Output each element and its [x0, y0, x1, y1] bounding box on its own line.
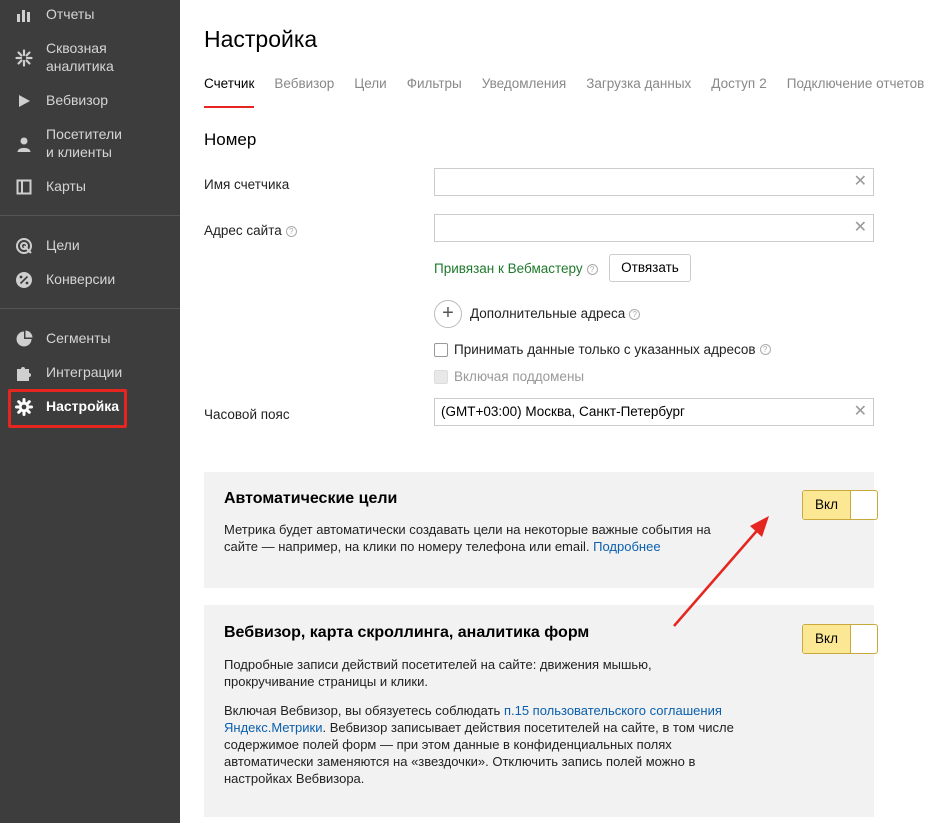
page-title: Настройка: [204, 26, 318, 52]
sidebar-item-label-line2: и клиенты: [46, 144, 112, 160]
counter-name-label: Имя счетчика: [204, 177, 290, 192]
sidebar-item-label: Сквозная: [46, 40, 107, 56]
tab-goals[interactable]: Цели: [354, 76, 386, 108]
percent-icon: [14, 270, 34, 290]
sidebar-divider: [0, 215, 180, 216]
extra-addresses-label: Дополнительные адреса?: [470, 306, 641, 321]
play-icon: [14, 91, 34, 111]
panel-text: Подробные записи действий посетителей на…: [224, 657, 652, 689]
only-specified-row: Принимать данные только с указанных адре…: [434, 342, 771, 357]
sidebar-item-label: Сегменты: [46, 330, 111, 346]
label-text: Дополнительные адреса: [470, 306, 626, 321]
tab-filters[interactable]: Фильтры: [407, 76, 462, 108]
sidebar-item-goals[interactable]: Цели: [0, 236, 180, 256]
panel-text-agreement: Включая Вебвизор, вы обязуетесь соблюдат…: [224, 702, 744, 787]
link-text: Привязан к Вебмастеру: [434, 261, 583, 276]
sidebar-item-visitors[interactable]: Посетители и клиенты: [0, 125, 180, 165]
sidebar-item-segments[interactable]: Сегменты: [0, 329, 180, 349]
only-specified-checkbox[interactable]: [434, 342, 448, 357]
more-link[interactable]: Подробнее: [593, 539, 660, 554]
clear-icon[interactable]: ✕: [854, 172, 867, 192]
include-subdomains-row: Включая поддомены: [434, 369, 584, 384]
checkbox-label: Включая поддомены: [454, 369, 585, 384]
sidebar-item-label: Карты: [46, 178, 86, 194]
site-address-input[interactable]: ✕: [434, 214, 874, 242]
label-text: Адрес сайта: [204, 223, 282, 238]
webvisor-panel: Вебвизор, карта скроллинга, аналитика фо…: [204, 605, 878, 817]
tab-counter[interactable]: Счетчик: [204, 76, 255, 108]
timezone-label: Часовой пояс: [204, 407, 290, 422]
toggle-label: Вкл: [803, 491, 851, 519]
timezone-select[interactable]: (GMT+03:00) Москва, Санкт-Петербург ✕: [434, 398, 874, 426]
map-icon: [14, 177, 34, 197]
highlight-box: [8, 389, 127, 428]
auto-goals-panel: Автоматические цели Метрика будет автома…: [204, 472, 878, 588]
main-content: Настройка Счетчик Вебвизор Цели Фильтры …: [180, 0, 943, 823]
sidebar-item-webvisor[interactable]: Вебвизор: [0, 91, 180, 111]
help-icon[interactable]: ?: [285, 225, 297, 237]
unlink-button[interactable]: Отвязать: [609, 254, 691, 282]
auto-goals-toggle[interactable]: Вкл: [802, 490, 878, 520]
sidebar-item-label: Конверсии: [46, 271, 116, 287]
sidebar: Отчеты Сквозная аналитика Вебвизор Посет…: [0, 0, 180, 823]
bar-chart-icon: [14, 5, 34, 25]
sidebar-item-label: Отчеты: [46, 6, 95, 22]
help-icon[interactable]: ?: [629, 308, 641, 320]
sidebar-divider: [0, 308, 180, 309]
sidebar-item-maps[interactable]: Карты: [0, 177, 180, 197]
toggle-label: Вкл: [803, 625, 851, 653]
counter-name-input[interactable]: ✕: [434, 168, 874, 196]
section-title: Номер: [204, 130, 257, 149]
site-address-label: Адрес сайта?: [204, 223, 297, 238]
tab-data-upload[interactable]: Загрузка данных: [586, 76, 691, 108]
help-icon[interactable]: ?: [759, 344, 771, 355]
sidebar-item-label: Цели: [46, 237, 80, 253]
add-address-button[interactable]: +: [434, 300, 462, 328]
sidebar-item-integrations[interactable]: Интеграции: [0, 363, 180, 383]
sidebar-item-label: Вебвизор: [46, 92, 109, 108]
sidebar-item-label: Посетители: [46, 126, 122, 142]
panel-title: Вебвизор, карта скроллинга, аналитика фо…: [224, 624, 590, 641]
sidebar-item-conversions[interactable]: Конверсии: [0, 270, 180, 290]
tab-report-connection[interactable]: Подключение отчетов: [787, 76, 925, 108]
webmaster-link[interactable]: Привязан к Вебмастеру?: [434, 261, 598, 276]
person-icon: [14, 134, 34, 154]
target-icon: [14, 236, 34, 256]
include-subdomains-checkbox: [434, 369, 448, 384]
sidebar-item-cross-analytics[interactable]: Сквозная аналитика: [0, 39, 180, 79]
tab-count-badge: 2: [759, 76, 767, 91]
input-value: (GMT+03:00) Москва, Санкт-Петербург: [441, 404, 685, 419]
panel-title: Автоматические цели: [224, 490, 398, 507]
webvisor-toggle[interactable]: Вкл: [802, 624, 878, 654]
tab-bar: Счетчик Вебвизор Цели Фильтры Уведомлени…: [204, 76, 943, 108]
sparkle-icon: [14, 48, 34, 68]
puzzle-icon: [14, 363, 34, 383]
sidebar-item-label-line2: аналитика: [46, 58, 114, 74]
text-body: Включая Вебвизор, вы обязуетесь соблюдат…: [224, 703, 501, 718]
tab-webvisor[interactable]: Вебвизор: [274, 76, 334, 108]
tab-access[interactable]: Доступ 2: [711, 76, 766, 108]
help-icon[interactable]: ?: [586, 263, 598, 275]
clear-icon[interactable]: ✕: [854, 402, 867, 422]
checkbox-label: Принимать данные только с указанных адре…: [454, 342, 756, 357]
pie-icon: [14, 329, 34, 349]
sidebar-item-label: Интеграции: [46, 364, 123, 380]
plus-icon: +: [442, 302, 454, 324]
panel-text: Метрика будет автоматически создавать це…: [224, 521, 744, 555]
tab-label: Доступ: [711, 76, 756, 91]
sidebar-item-reports[interactable]: Отчеты: [0, 5, 180, 25]
tab-notifications[interactable]: Уведомления: [482, 76, 566, 108]
clear-icon[interactable]: ✕: [854, 218, 867, 238]
